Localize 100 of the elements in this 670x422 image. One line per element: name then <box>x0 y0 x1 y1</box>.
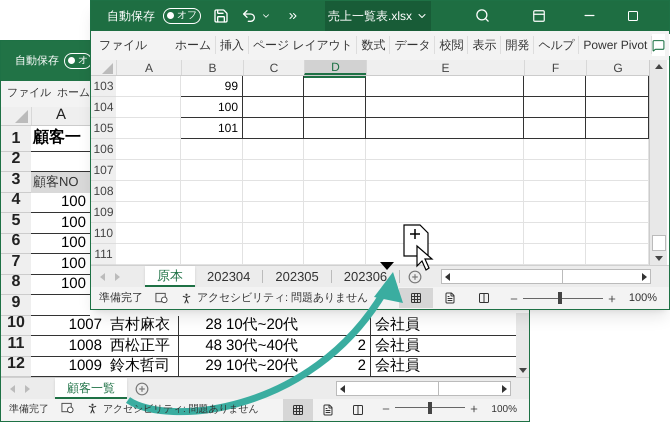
table-cell <box>524 76 586 98</box>
table-cell: 吉村麻衣 <box>106 316 179 336</box>
ribbon-tab[interactable]: ホーム <box>57 85 90 102</box>
sheet-tab[interactable]: 202305 <box>263 270 332 284</box>
new-sheet-button[interactable] <box>135 382 149 396</box>
zoom-slider-thumb[interactable] <box>428 402 432 414</box>
macro-record-icon <box>61 402 74 414</box>
table-cell: 1007 <box>31 316 106 336</box>
ribbon-display-icon[interactable] <box>532 8 546 23</box>
accessibility-icon <box>86 402 99 415</box>
insert-marker-icon <box>380 262 394 270</box>
table-cell: 会社員 <box>371 316 471 336</box>
table-cell: 2 <box>301 336 371 357</box>
row-header[interactable]: 8 <box>1 274 31 296</box>
columns-icon <box>352 404 364 416</box>
undo-icon[interactable] <box>241 8 257 24</box>
sheet-tab[interactable]: 原本 <box>145 266 195 288</box>
columns-icon <box>478 292 490 304</box>
ribbon-tab[interactable]: 挿入 <box>216 36 249 54</box>
copy-cursor-icon <box>403 224 434 271</box>
row-header[interactable]: 111 <box>91 244 116 266</box>
row-header[interactable]: 6 <box>1 234 31 254</box>
table-cell <box>524 118 586 140</box>
ribbon-tab[interactable]: ヘルプ <box>534 36 580 54</box>
table-cell: 28 <box>179 316 226 336</box>
scrollbar-thumb[interactable] <box>652 235 666 252</box>
zoom-in-icon[interactable] <box>469 404 480 414</box>
column-header[interactable]: D <box>304 60 366 76</box>
table-cell <box>524 97 586 118</box>
ribbon-tab[interactable]: データ <box>390 36 436 54</box>
row-header[interactable]: 106 <box>91 139 116 160</box>
row-header[interactable]: 9 <box>1 295 31 316</box>
scroll-left-icon[interactable] <box>444 272 451 281</box>
row-header[interactable]: 3 <box>1 172 31 193</box>
sheet-tab[interactable]: 202304 <box>195 270 264 284</box>
row-header[interactable]: 110 <box>91 223 116 244</box>
table-cell: 会社員 <box>371 336 471 357</box>
table-cell: 顧客NO <box>31 172 90 193</box>
row-header[interactable]: 108 <box>91 181 116 202</box>
row-header[interactable]: 2 <box>1 152 31 172</box>
row-header[interactable]: 12 <box>1 356 31 378</box>
table-cell <box>304 139 366 160</box>
sheet-tab[interactable]: 顧客一覧 <box>55 378 127 399</box>
zoom-percent[interactable]: 100% <box>628 290 657 306</box>
table-cell: 10代~20代 <box>226 316 301 336</box>
column-header[interactable]: F <box>524 60 586 76</box>
row-header[interactable]: 7 <box>1 254 31 275</box>
ribbon-tab[interactable]: 表示 <box>468 36 502 54</box>
comment-icon[interactable] <box>652 38 666 52</box>
row-header[interactable]: 103 <box>91 76 116 98</box>
scroll-left-icon[interactable] <box>339 384 346 393</box>
table-cell: 30代~40代 <box>226 336 301 357</box>
zoom-in-icon[interactable] <box>606 294 617 304</box>
search-icon[interactable] <box>475 8 490 24</box>
table-cell <box>116 160 181 182</box>
column-header[interactable]: E <box>366 60 524 76</box>
row-header[interactable]: 107 <box>91 160 116 182</box>
ribbon-tab[interactable]: 校閲 <box>435 36 468 54</box>
scroll-down-icon[interactable] <box>654 255 664 262</box>
scroll-down-icon[interactable] <box>518 367 528 374</box>
scroll-up-icon[interactable] <box>654 63 664 70</box>
table-cell <box>116 181 181 202</box>
zoom-slider[interactable] <box>395 402 466 414</box>
row-header[interactable]: 10 <box>1 316 31 336</box>
status-text: 準備完了 <box>9 402 49 417</box>
scroll-right-icon[interactable] <box>501 384 508 393</box>
zoom-slider[interactable] <box>522 292 603 304</box>
vertical-scrollbar[interactable] <box>516 312 529 378</box>
row-header[interactable]: 11 <box>1 336 31 357</box>
ribbon-tab[interactable]: ファイル <box>95 36 151 54</box>
file-name[interactable]: 売上一覧表.xlsx <box>325 1 431 31</box>
scroll-right-icon[interactable] <box>641 272 648 281</box>
grid-icon <box>292 404 304 416</box>
normal-view-button[interactable] <box>283 398 314 421</box>
row-header[interactable]: 4 <box>1 192 31 214</box>
row-header[interactable]: 109 <box>91 202 116 224</box>
save-icon[interactable] <box>213 8 229 24</box>
maximize-icon[interactable] <box>627 10 639 22</box>
column-header[interactable]: B <box>181 60 243 76</box>
horizontal-scrollbar[interactable] <box>441 269 651 284</box>
vertical-scrollbar[interactable] <box>649 60 667 266</box>
zoom-percent[interactable]: 100% <box>491 402 517 417</box>
ribbon-tab[interactable]: ページ レイアウト <box>249 36 358 54</box>
accessibility-status[interactable]: アクセシビリティ: 問題ありません <box>197 290 368 306</box>
zoom-slider-thumb[interactable] <box>558 292 562 304</box>
column-header[interactable]: A <box>116 60 181 76</box>
horizontal-scrollbar[interactable] <box>336 381 511 396</box>
row-header[interactable]: 1 <box>1 126 31 152</box>
row-header[interactable]: 104 <box>91 97 116 118</box>
autosave-toggle[interactable]: オフ <box>163 8 201 24</box>
row-header[interactable]: 5 <box>1 213 31 234</box>
ribbon-tab[interactable]: ホーム <box>171 36 216 54</box>
new-sheet-button[interactable] <box>408 270 422 284</box>
ribbon-tab[interactable]: ファイル <box>7 85 51 102</box>
table-cell: 101 <box>181 118 243 140</box>
row-header[interactable]: 105 <box>91 118 116 140</box>
ribbon-tab[interactable]: 数式 <box>357 36 390 54</box>
ribbon-tab[interactable]: 開発 <box>501 36 534 54</box>
normal-view-button[interactable] <box>398 288 433 308</box>
table-cell <box>243 139 304 160</box>
